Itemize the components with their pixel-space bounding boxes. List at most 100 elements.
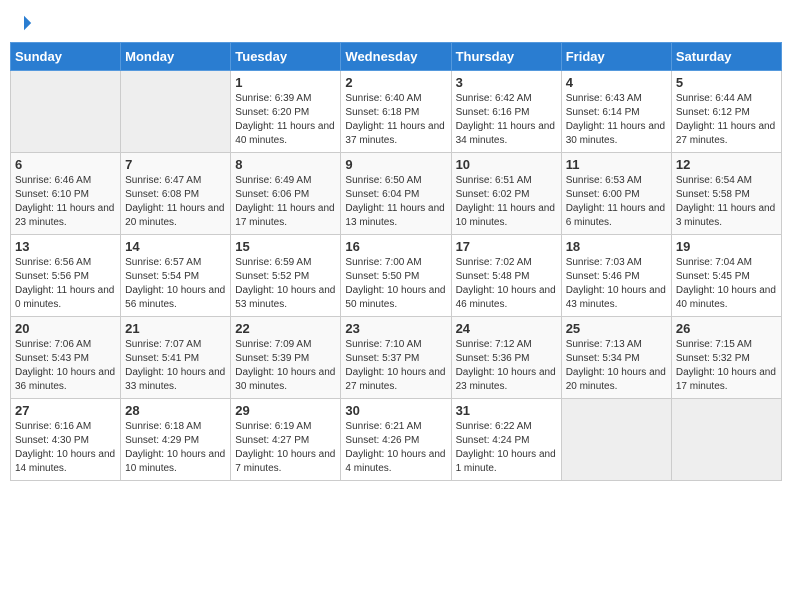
day-number: 7	[125, 157, 226, 172]
day-info: Sunrise: 6:43 AMSunset: 6:14 PMDaylight:…	[566, 92, 667, 148]
day-info: Sunrise: 6:53 AMSunset: 6:00 PMDaylight:…	[566, 174, 667, 230]
column-header-thursday: Thursday	[451, 43, 561, 71]
day-number: 25	[566, 321, 667, 336]
calendar-week-4: 27 Sunrise: 6:16 AMSunset: 4:30 PMDayligh…	[11, 399, 782, 481]
calendar-cell: 18 Sunrise: 7:03 AMSunset: 5:46 PMDayligh…	[561, 235, 671, 317]
day-number: 27	[15, 403, 116, 418]
column-header-friday: Friday	[561, 43, 671, 71]
day-info: Sunrise: 7:09 AMSunset: 5:39 PMDaylight:…	[235, 338, 336, 394]
day-info: Sunrise: 6:21 AMSunset: 4:26 PMDaylight:…	[345, 420, 446, 476]
day-info: Sunrise: 6:50 AMSunset: 6:04 PMDaylight:…	[345, 174, 446, 230]
calendar-cell: 29 Sunrise: 6:19 AMSunset: 4:27 PMDayligh…	[231, 399, 341, 481]
calendar-cell: 10 Sunrise: 6:51 AMSunset: 6:02 PMDayligh…	[451, 153, 561, 235]
calendar-week-0: 1 Sunrise: 6:39 AMSunset: 6:20 PMDaylight…	[11, 71, 782, 153]
day-info: Sunrise: 7:13 AMSunset: 5:34 PMDaylight:…	[566, 338, 667, 394]
day-info: Sunrise: 7:15 AMSunset: 5:32 PMDaylight:…	[676, 338, 777, 394]
day-info: Sunrise: 6:16 AMSunset: 4:30 PMDaylight:…	[15, 420, 116, 476]
day-info: Sunrise: 6:51 AMSunset: 6:02 PMDaylight:…	[456, 174, 557, 230]
logo	[14, 10, 33, 34]
calendar-cell: 24Sunrise: 7:12 AMSunset: 5:36 PMDayligh…	[451, 317, 561, 399]
day-info: Sunrise: 7:04 AMSunset: 5:45 PMDaylight:…	[676, 256, 777, 312]
day-number: 8	[235, 157, 336, 172]
day-info: Sunrise: 7:00 AMSunset: 5:50 PMDaylight:…	[345, 256, 446, 312]
calendar-cell: 27 Sunrise: 6:16 AMSunset: 4:30 PMDayligh…	[11, 399, 121, 481]
calendar-cell: 3 Sunrise: 6:42 AMSunset: 6:16 PMDaylight…	[451, 71, 561, 153]
calendar-cell	[561, 399, 671, 481]
day-number: 16	[345, 239, 446, 254]
calendar-header-row: SundayMondayTuesdayWednesdayThursdayFrid…	[11, 43, 782, 71]
calendar-cell	[11, 71, 121, 153]
calendar-week-1: 6 Sunrise: 6:46 AMSunset: 6:10 PMDaylight…	[11, 153, 782, 235]
day-number: 2	[345, 75, 446, 90]
page-header	[10, 10, 782, 34]
calendar-cell: 22Sunrise: 7:09 AMSunset: 5:39 PMDayligh…	[231, 317, 341, 399]
calendar-cell: 8 Sunrise: 6:49 AMSunset: 6:06 PMDaylight…	[231, 153, 341, 235]
calendar-cell: 14 Sunrise: 6:57 AMSunset: 5:54 PMDayligh…	[121, 235, 231, 317]
day-number: 14	[125, 239, 226, 254]
column-header-monday: Monday	[121, 43, 231, 71]
day-number: 31	[456, 403, 557, 418]
day-number: 10	[456, 157, 557, 172]
day-number: 19	[676, 239, 777, 254]
calendar-cell: 25 Sunrise: 7:13 AMSunset: 5:34 PMDayligh…	[561, 317, 671, 399]
day-info: Sunrise: 6:59 AMSunset: 5:52 PMDaylight:…	[235, 256, 336, 312]
calendar-cell: 9 Sunrise: 6:50 AMSunset: 6:04 PMDaylight…	[341, 153, 451, 235]
day-number: 28	[125, 403, 226, 418]
day-number: 13	[15, 239, 116, 254]
day-info: Sunrise: 6:19 AMSunset: 4:27 PMDaylight:…	[235, 420, 336, 476]
column-header-saturday: Saturday	[671, 43, 781, 71]
day-number: 18	[566, 239, 667, 254]
day-number: 15	[235, 239, 336, 254]
calendar-cell: 16 Sunrise: 7:00 AMSunset: 5:50 PMDayligh…	[341, 235, 451, 317]
day-number: 6	[15, 157, 116, 172]
calendar-cell: 26 Sunrise: 7:15 AMSunset: 5:32 PMDayligh…	[671, 317, 781, 399]
calendar-cell: 19 Sunrise: 7:04 AMSunset: 5:45 PMDayligh…	[671, 235, 781, 317]
day-info: Sunrise: 7:03 AMSunset: 5:46 PMDaylight:…	[566, 256, 667, 312]
day-number: 20	[15, 321, 116, 336]
calendar-cell: 15 Sunrise: 6:59 AMSunset: 5:52 PMDayligh…	[231, 235, 341, 317]
day-number: 5	[676, 75, 777, 90]
calendar-table: SundayMondayTuesdayWednesdayThursdayFrid…	[10, 42, 782, 481]
day-number: 1	[235, 75, 336, 90]
day-info: Sunrise: 6:54 AMSunset: 5:58 PMDaylight:…	[676, 174, 777, 230]
calendar-cell: 11 Sunrise: 6:53 AMSunset: 6:00 PMDayligh…	[561, 153, 671, 235]
calendar-cell: 1 Sunrise: 6:39 AMSunset: 6:20 PMDaylight…	[231, 71, 341, 153]
calendar-cell	[671, 399, 781, 481]
calendar-cell: 28 Sunrise: 6:18 AMSunset: 4:29 PMDayligh…	[121, 399, 231, 481]
day-number: 29	[235, 403, 336, 418]
calendar-week-2: 13 Sunrise: 6:56 AMSunset: 5:56 PMDayligh…	[11, 235, 782, 317]
calendar-cell: 2Sunrise: 6:40 AMSunset: 6:18 PMDaylight…	[341, 71, 451, 153]
calendar-cell: 12 Sunrise: 6:54 AMSunset: 5:58 PMDayligh…	[671, 153, 781, 235]
day-info: Sunrise: 7:12 AMSunset: 5:36 PMDaylight:…	[456, 338, 557, 394]
day-info: Sunrise: 6:18 AMSunset: 4:29 PMDaylight:…	[125, 420, 226, 476]
day-number: 11	[566, 157, 667, 172]
day-number: 23	[345, 321, 446, 336]
day-info: Sunrise: 7:02 AMSunset: 5:48 PMDaylight:…	[456, 256, 557, 312]
day-info: Sunrise: 6:49 AMSunset: 6:06 PMDaylight:…	[235, 174, 336, 230]
calendar-cell: 4 Sunrise: 6:43 AMSunset: 6:14 PMDaylight…	[561, 71, 671, 153]
day-info: Sunrise: 6:44 AMSunset: 6:12 PMDaylight:…	[676, 92, 777, 148]
day-info: Sunrise: 6:39 AMSunset: 6:20 PMDaylight:…	[235, 92, 336, 148]
day-info: Sunrise: 7:06 AMSunset: 5:43 PMDaylight:…	[15, 338, 116, 394]
calendar-cell: 5 Sunrise: 6:44 AMSunset: 6:12 PMDaylight…	[671, 71, 781, 153]
day-number: 30	[345, 403, 446, 418]
column-header-tuesday: Tuesday	[231, 43, 341, 71]
column-header-wednesday: Wednesday	[341, 43, 451, 71]
day-number: 17	[456, 239, 557, 254]
day-info: Sunrise: 6:57 AMSunset: 5:54 PMDaylight:…	[125, 256, 226, 312]
calendar-body: 1 Sunrise: 6:39 AMSunset: 6:20 PMDaylight…	[11, 71, 782, 481]
day-number: 12	[676, 157, 777, 172]
calendar-cell: 7 Sunrise: 6:47 AMSunset: 6:08 PMDaylight…	[121, 153, 231, 235]
day-info: Sunrise: 6:56 AMSunset: 5:56 PMDaylight:…	[15, 256, 116, 312]
day-info: Sunrise: 6:47 AMSunset: 6:08 PMDaylight:…	[125, 174, 226, 230]
calendar-cell: 23Sunrise: 7:10 AMSunset: 5:37 PMDayligh…	[341, 317, 451, 399]
column-header-sunday: Sunday	[11, 43, 121, 71]
calendar-cell: 30 Sunrise: 6:21 AMSunset: 4:26 PMDayligh…	[341, 399, 451, 481]
day-number: 4	[566, 75, 667, 90]
day-number: 3	[456, 75, 557, 90]
day-number: 9	[345, 157, 446, 172]
day-number: 21	[125, 321, 226, 336]
day-info: Sunrise: 6:46 AMSunset: 6:10 PMDaylight:…	[15, 174, 116, 230]
day-info: Sunrise: 6:42 AMSunset: 6:16 PMDaylight:…	[456, 92, 557, 148]
day-number: 26	[676, 321, 777, 336]
